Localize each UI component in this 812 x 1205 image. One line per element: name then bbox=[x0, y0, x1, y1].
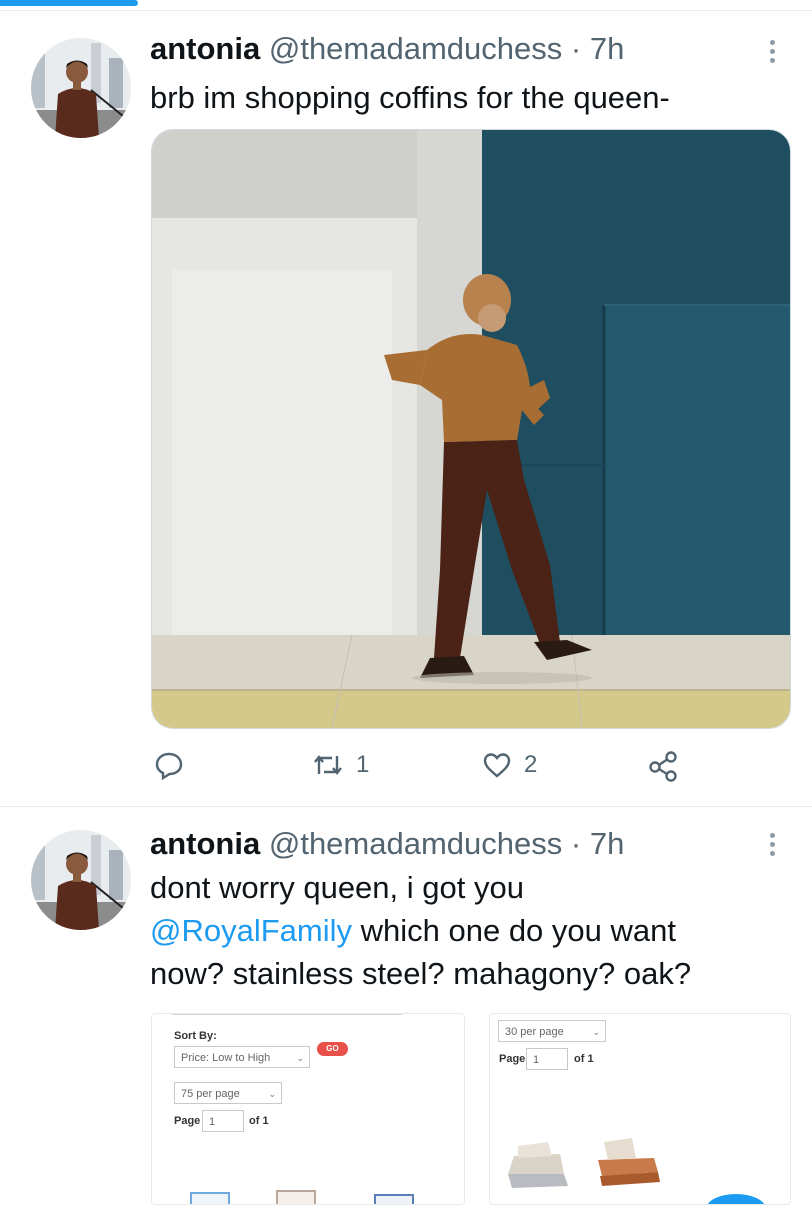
like-icon bbox=[483, 753, 511, 778]
per-page-value: 30 per page bbox=[505, 1026, 564, 1038]
sort-select[interactable]: Price: Low to High ⌄ bbox=[174, 1046, 310, 1068]
user-handle[interactable]: @themadamduchess bbox=[269, 826, 562, 861]
page-input[interactable]: 1 bbox=[526, 1048, 568, 1070]
tweet-text: brb im shopping coffins for the queen- bbox=[150, 80, 670, 115]
more-icon[interactable] bbox=[766, 40, 778, 70]
tweet-text: dont worry queen, i got you @RoyalFamily… bbox=[150, 866, 691, 995]
avatar-photo bbox=[31, 830, 131, 930]
page-label: Page bbox=[174, 1115, 201, 1127]
casket-images bbox=[508, 1138, 660, 1188]
retweet-icon bbox=[314, 755, 342, 775]
per-page-select[interactable]: 75 per page ⌄ bbox=[174, 1082, 282, 1104]
go-button[interactable]: GO bbox=[317, 1042, 348, 1056]
page-value: 1 bbox=[533, 1054, 540, 1066]
tweet-media-image-left[interactable]: Sort By: Price: Low to High ⌄ GO 75 per … bbox=[151, 1013, 465, 1205]
separator-dot: · bbox=[570, 31, 582, 66]
tweet-text-line-2-rest: which one do you want bbox=[352, 913, 676, 948]
timestamp[interactable]: 7h bbox=[590, 826, 624, 861]
sort-by-label: Sort By: bbox=[174, 1030, 217, 1042]
mention-link[interactable]: @RoyalFamily bbox=[150, 913, 352, 948]
walking-person-image bbox=[152, 130, 790, 728]
chevron-down-icon: ⌄ bbox=[592, 1027, 600, 1037]
tweet-text-line-2: @RoyalFamily which one do you want bbox=[150, 909, 691, 952]
casket-thumbnail[interactable] bbox=[276, 1190, 316, 1204]
avatar-photo bbox=[31, 38, 131, 138]
page-of-label: of 1 bbox=[574, 1053, 594, 1065]
display-name[interactable]: antonia bbox=[150, 826, 260, 861]
page-label: Page bbox=[499, 1053, 526, 1065]
cropped-text-line bbox=[172, 1014, 402, 1015]
tweet-header: antonia @themadamduchess · 7h bbox=[150, 31, 624, 67]
share-icon bbox=[649, 751, 677, 782]
separator-dot: · bbox=[570, 826, 582, 861]
tweet-text-line-3: now? stainless steel? mahagony? oak? bbox=[150, 956, 692, 991]
sort-value: Price: Low to High bbox=[181, 1052, 271, 1064]
tweet-text-line-1: dont worry queen, i got you bbox=[150, 870, 524, 905]
page-input[interactable]: 1 bbox=[202, 1110, 244, 1132]
avatar[interactable] bbox=[31, 830, 131, 930]
user-handle[interactable]: @themadamduchess bbox=[269, 31, 562, 66]
chevron-down-icon: ⌄ bbox=[268, 1089, 276, 1099]
display-name[interactable]: antonia bbox=[150, 31, 260, 66]
tweet-actions: 1 2 bbox=[150, 750, 710, 786]
reply-icon bbox=[155, 752, 183, 780]
tweet-media-image-right[interactable]: 30 per page ⌄ Page 1 of 1 bbox=[489, 1013, 791, 1205]
more-icon[interactable] bbox=[766, 833, 778, 863]
share-button[interactable] bbox=[647, 750, 679, 782]
per-page-select[interactable]: 30 per page ⌄ bbox=[498, 1020, 606, 1042]
top-tab-bar bbox=[0, 0, 812, 11]
retweet-button[interactable]: 1 bbox=[312, 750, 369, 780]
reply-button[interactable] bbox=[154, 750, 184, 780]
page-of-label: of 1 bbox=[249, 1115, 269, 1127]
tweet-divider bbox=[0, 806, 812, 807]
retweet-count: 1 bbox=[356, 751, 370, 778]
like-count: 2 bbox=[524, 751, 538, 778]
like-button[interactable]: 2 bbox=[482, 750, 537, 780]
chevron-down-icon: ⌄ bbox=[296, 1053, 304, 1063]
avatar[interactable] bbox=[31, 38, 131, 138]
page-value: 1 bbox=[209, 1116, 216, 1128]
tweet-header: antonia @themadamduchess · 7h bbox=[150, 826, 624, 862]
per-page-value: 75 per page bbox=[181, 1088, 240, 1100]
casket-thumbnail[interactable] bbox=[190, 1192, 230, 1204]
timestamp[interactable]: 7h bbox=[590, 31, 624, 66]
tweet-media-image[interactable] bbox=[151, 129, 791, 729]
active-tab-indicator bbox=[0, 0, 138, 6]
